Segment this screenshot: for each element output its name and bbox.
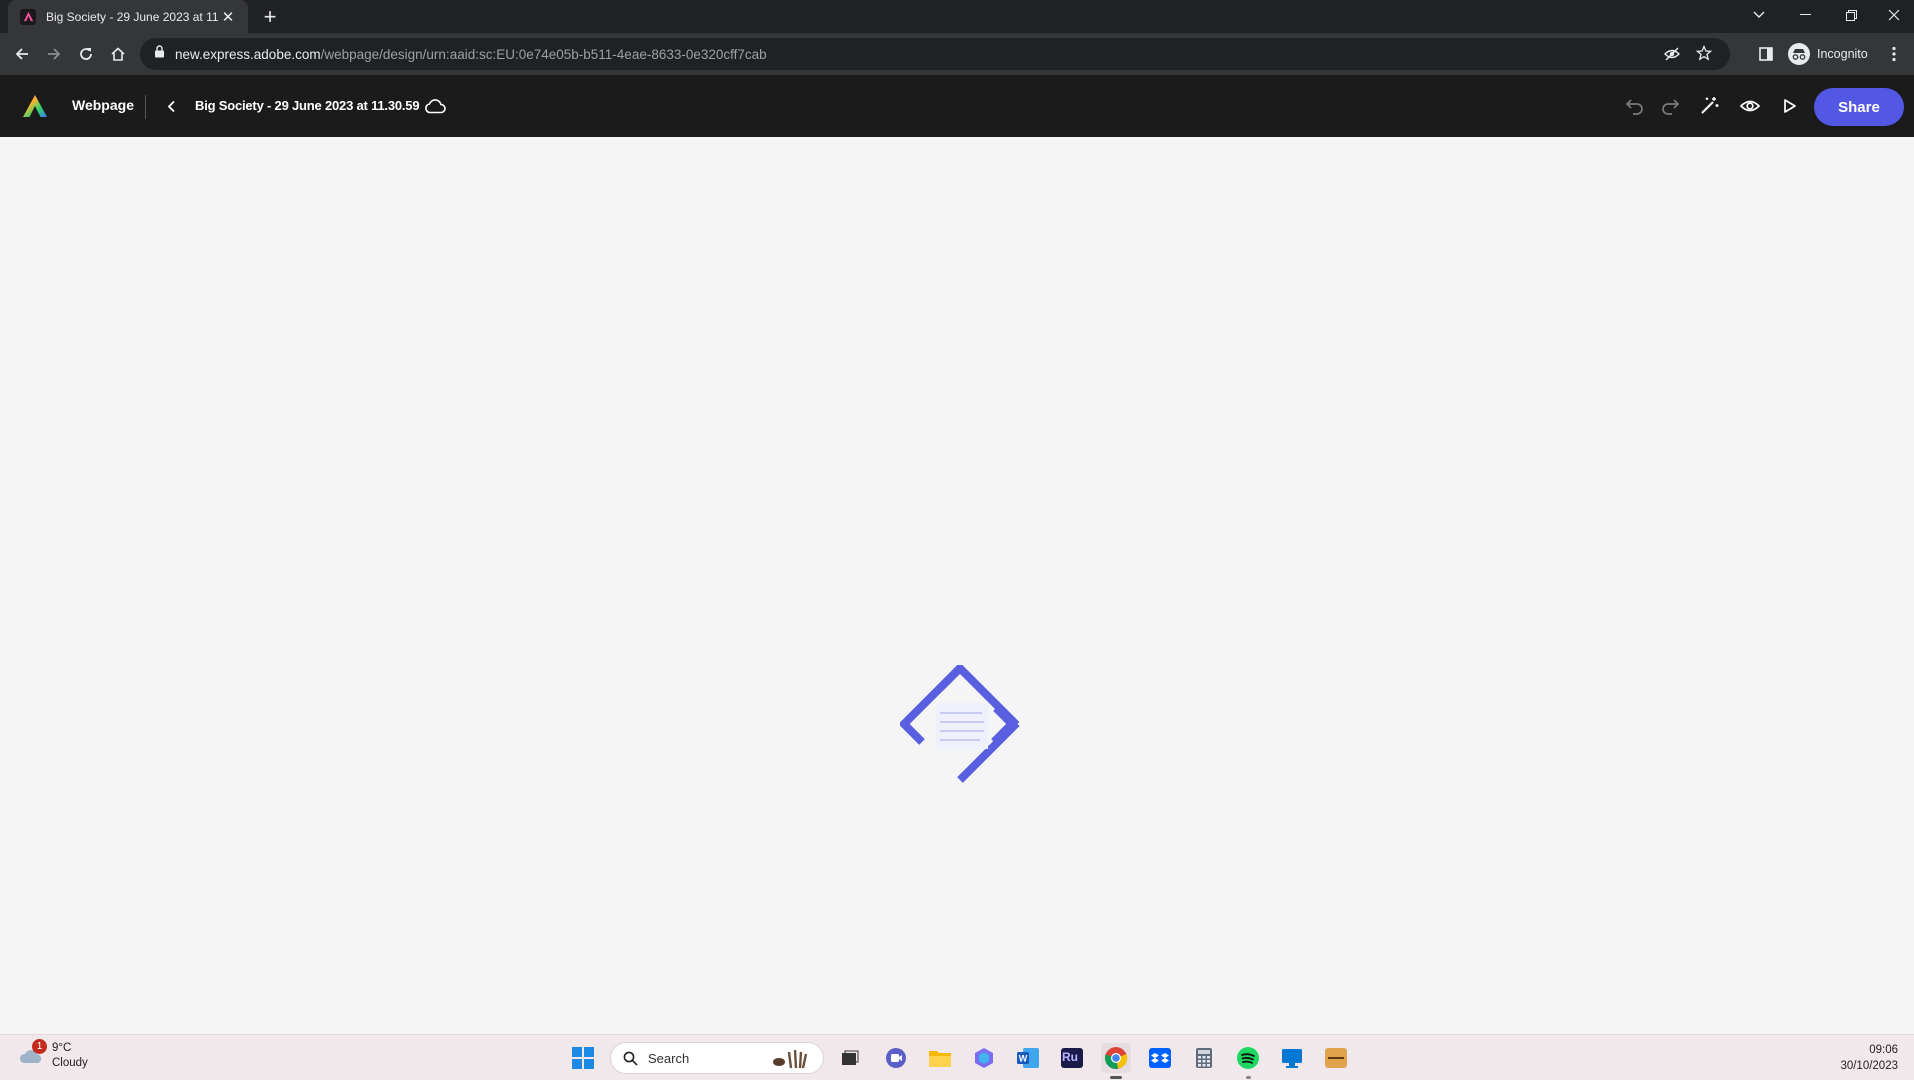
express-header: Webpage Big Society - 29 June 2023 at 11… (0, 75, 1914, 137)
taskbar-search-box[interactable]: Search (610, 1042, 824, 1074)
teams-chat-icon[interactable] (881, 1043, 911, 1073)
cloud-save-icon[interactable] (421, 92, 449, 120)
browser-tab-strip: Big Society - 29 June 2023 at 11 ✕ + (0, 0, 1914, 33)
weather-temperature: 9°C (52, 1042, 72, 1054)
loading-spinner-icon (898, 662, 1020, 785)
redo-icon[interactable] (1656, 92, 1684, 120)
task-view-icon[interactable] (835, 1043, 865, 1073)
back-chevron-icon[interactable] (157, 92, 185, 120)
home-icon[interactable] (104, 40, 132, 68)
browser-toolbar: new.express.adobe.com/webpage/design/urn… (0, 33, 1914, 75)
document-title[interactable]: Big Society - 29 June 2023 at 11.30.59 (195, 98, 420, 113)
tab-close-icon[interactable]: ✕ (218, 7, 238, 27)
design-canvas[interactable] (0, 137, 1914, 1034)
search-placeholder: Search (648, 1050, 690, 1066)
magic-wand-icon[interactable] (1695, 92, 1723, 120)
weather-widget[interactable]: 1 9°C Cloudy (18, 1039, 88, 1071)
active-app-indicator (1110, 1076, 1122, 1079)
restore-button[interactable] (1828, 0, 1874, 30)
side-panel-icon[interactable] (1752, 40, 1780, 68)
chrome-icon[interactable] (1101, 1043, 1131, 1079)
dropbox-icon[interactable] (1145, 1043, 1175, 1073)
start-icon[interactable] (568, 1043, 598, 1073)
sonos-icon[interactable] (1321, 1043, 1351, 1073)
adobe-express-favicon-icon (20, 8, 36, 25)
forward-icon[interactable] (40, 40, 68, 68)
lock-icon[interactable] (154, 45, 165, 63)
clock-time: 09:06 (1869, 1044, 1898, 1056)
incognito-profile-button[interactable]: Incognito (1788, 40, 1868, 68)
weather-description: Cloudy (52, 1057, 88, 1069)
browser-tab-active[interactable]: Big Society - 29 June 2023 at 11 ✕ (8, 0, 248, 33)
spotify-icon[interactable] (1233, 1043, 1263, 1079)
remote-desktop-icon[interactable] (1277, 1043, 1307, 1073)
ru-app-icon[interactable]: Ru (1057, 1043, 1087, 1073)
weather-notification-badge: 1 (32, 1039, 47, 1054)
reload-icon[interactable] (72, 40, 100, 68)
back-icon[interactable] (8, 40, 36, 68)
tab-title: Big Society - 29 June 2023 at 11 (46, 9, 218, 24)
svg-text:W: W (1019, 1054, 1028, 1064)
clock-date: 30/10/2023 (1840, 1060, 1898, 1072)
undo-icon[interactable] (1621, 92, 1649, 120)
url-text: new.express.adobe.com/webpage/design/urn… (175, 46, 767, 62)
search-highlight-icon (769, 1048, 815, 1075)
active-app-indicator (1246, 1076, 1251, 1079)
copilot-icon[interactable] (969, 1043, 999, 1073)
windows-taskbar: 1 9°C Cloudy Search W Ru 09:06 30/10/202… (0, 1034, 1914, 1080)
file-explorer-icon[interactable] (925, 1043, 955, 1073)
tracking-protection-eye-off-icon[interactable] (1664, 46, 1680, 67)
chrome-menu-icon[interactable] (1884, 40, 1904, 68)
bookmark-star-icon[interactable] (1695, 44, 1713, 66)
profile-label: Incognito (1817, 47, 1868, 61)
header-divider (145, 95, 146, 119)
word-icon[interactable]: W (1013, 1043, 1043, 1073)
incognito-icon (1788, 43, 1810, 65)
product-label[interactable]: Webpage (72, 97, 134, 113)
close-window-button[interactable] (1874, 0, 1914, 30)
share-button[interactable]: Share (1814, 88, 1904, 126)
search-icon (623, 1051, 638, 1066)
adobe-express-logo-icon[interactable] (22, 94, 48, 123)
minimize-button[interactable] (1782, 0, 1828, 30)
system-clock[interactable]: 09:06 30/10/2023 (1840, 1042, 1898, 1074)
tab-search-icon[interactable] (1736, 0, 1782, 30)
play-icon[interactable] (1776, 92, 1804, 120)
new-tab-button[interactable]: + (258, 4, 282, 29)
address-bar[interactable]: new.express.adobe.com/webpage/design/urn… (140, 38, 1730, 70)
calculator-icon[interactable] (1189, 1043, 1219, 1073)
preview-eye-icon[interactable] (1736, 92, 1764, 120)
